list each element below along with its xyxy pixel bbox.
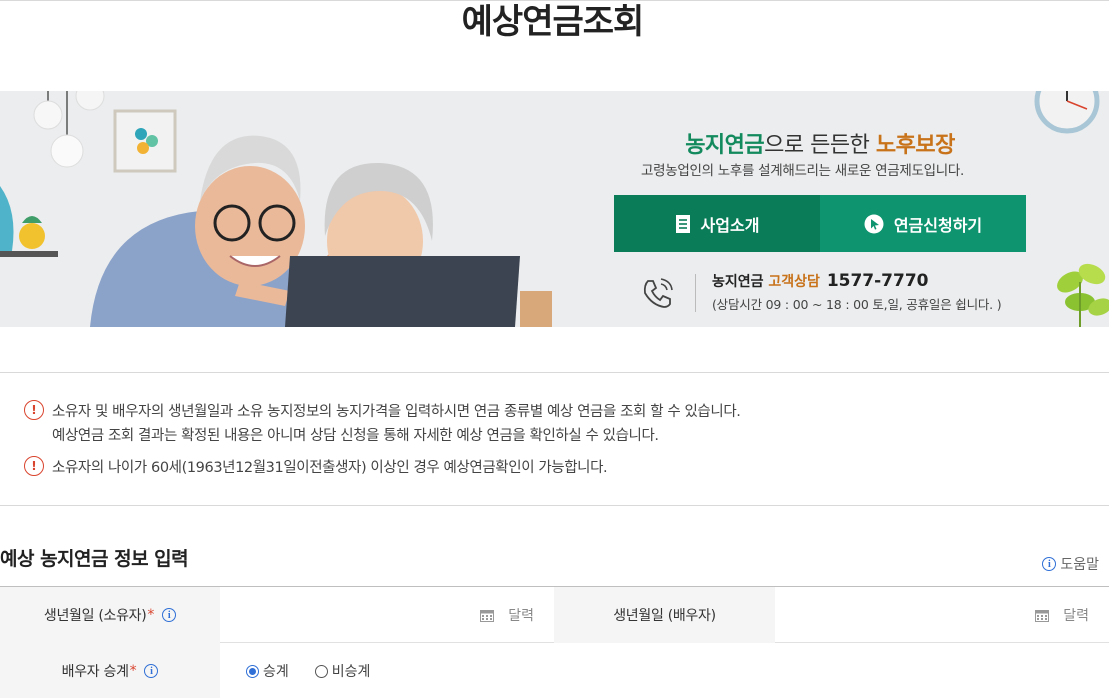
- help-link[interactable]: i 도움말: [1042, 554, 1099, 574]
- spouse-birth-header: 생년월일 (배우자): [554, 587, 775, 643]
- pension-apply-label: 연금신청하기: [893, 215, 983, 235]
- notice-item: ! 소유자 및 배우자의 생년월일과 소유 농지정보의 농지가격을 입력하시면 …: [24, 400, 741, 448]
- help-label: 도움말: [1060, 557, 1099, 573]
- radio-dot: [314, 664, 328, 678]
- business-intro-button[interactable]: 사업소개: [614, 195, 820, 252]
- slogan-highlight-green: 농지연금: [685, 133, 765, 158]
- phone-icon: [643, 278, 673, 308]
- radio-label: 승계: [263, 664, 289, 680]
- slogan-text: 으로 든든한: [764, 133, 876, 158]
- info-icon[interactable]: i: [144, 664, 159, 678]
- business-intro-label: 사업소개: [700, 215, 760, 235]
- radio-succession[interactable]: 승계: [246, 661, 289, 681]
- warning-icon: !: [24, 400, 44, 420]
- notice-line: 예상연금 조회 결과는 확정된 내용은 아니며 상담 신청을 통해 자세한 예상…: [52, 428, 659, 444]
- warning-icon: !: [24, 456, 44, 476]
- info-icon[interactable]: i: [162, 608, 177, 622]
- contact-hours: (상담시간 09 : 00 ~ 18 : 00 토,일, 공휴일은 쉽니다. ): [712, 297, 1002, 312]
- banner-info: 농지연금으로 든든한 노후보장 고령농업인의 노후를 설계해드리는 새로운 연금…: [600, 91, 1040, 327]
- notice-box: ! 소유자 및 배우자의 생년월일과 소유 농지정보의 농지가격을 입력하시면 …: [0, 372, 1109, 506]
- banner-subslogan: 고령농업인의 노후를 설계해드리는 새로운 연금제도입니다.: [641, 163, 964, 179]
- contact-headline: 농지연금 고객상담 1577-7770: [712, 271, 929, 291]
- plant-icon: [1057, 263, 1109, 327]
- notice-text: 소유자 및 배우자의 생년월일과 소유 농지정보의 농지가격을 입력하시면 연금…: [52, 400, 741, 448]
- calendar-label: 달력: [1063, 608, 1089, 624]
- contact-phone-number: 1577-7770: [826, 271, 929, 291]
- spouse-birthdate-picker[interactable]: 달력: [775, 587, 1109, 643]
- cursor-icon: [864, 214, 884, 233]
- contact-cs-label: 고객상담: [768, 274, 820, 290]
- calendar-icon: [1035, 609, 1050, 622]
- required-mark: *: [129, 663, 137, 679]
- elderly-couple-illustration: [0, 91, 552, 327]
- top-divider: [0, 0, 1109, 1]
- notice-line: 소유자 및 배우자의 생년월일과 소유 농지정보의 농지가격을 입력하시면 연금…: [52, 404, 741, 420]
- form-section-title: 예상 농지연금 정보 입력: [0, 548, 189, 570]
- slogan-highlight-orange: 노후보장: [875, 133, 955, 158]
- contact-divider: [695, 274, 696, 312]
- info-icon: i: [1042, 557, 1057, 571]
- radio-no-succession[interactable]: 비승계: [314, 661, 371, 681]
- pension-input-form: 생년월일 (소유자)* i 달력 생년월일 (배우자) 달력 배우자 승계*: [0, 586, 1109, 698]
- promo-banner: 농지연금으로 든든한 노후보장 고령농업인의 노후를 설계해드리는 새로운 연금…: [0, 91, 1109, 327]
- succession-label: 배우자 승계: [61, 664, 129, 680]
- notice-item: ! 소유자의 나이가 60세(1963년12월31일이전출생자) 이상인 경우 …: [24, 456, 608, 480]
- succession-radio-group: 승계 비승계: [220, 643, 1109, 698]
- document-icon: [675, 214, 690, 233]
- spouse-birth-label: 생년월일 (배우자): [613, 608, 716, 624]
- contact-label: 농지연금: [712, 274, 764, 290]
- notice-text: 소유자의 나이가 60세(1963년12월31일이전출생자) 이상인 경우 예상…: [52, 460, 608, 476]
- banner-slogan: 농지연금으로 든든한 노후보장: [600, 127, 1040, 159]
- owner-birth-label: 생년월일 (소유자): [43, 608, 147, 624]
- calendar-label: 달력: [508, 608, 534, 624]
- radio-dot: [246, 664, 259, 678]
- form-row-succession: 배우자 승계 * i 승계 비승계: [0, 643, 1109, 698]
- clock-icon: [1034, 91, 1100, 134]
- calendar-icon: [480, 609, 495, 622]
- required-mark: *: [147, 607, 155, 623]
- pension-apply-button[interactable]: 연금신청하기: [820, 195, 1026, 252]
- succession-header: 배우자 승계 * i: [0, 643, 220, 698]
- customer-contact: 농지연금 고객상담 1577-7770 (상담시간 09 : 00 ~ 18 :…: [640, 271, 1030, 315]
- owner-birthdate-picker[interactable]: 달력: [220, 587, 554, 643]
- radio-label: 비승계: [331, 664, 371, 680]
- owner-birth-header: 생년월일 (소유자) * i: [0, 587, 220, 643]
- page-title: 예상연금조회: [461, 2, 645, 42]
- form-row-birthdates: 생년월일 (소유자) * i 달력 생년월일 (배우자) 달력: [0, 587, 1109, 643]
